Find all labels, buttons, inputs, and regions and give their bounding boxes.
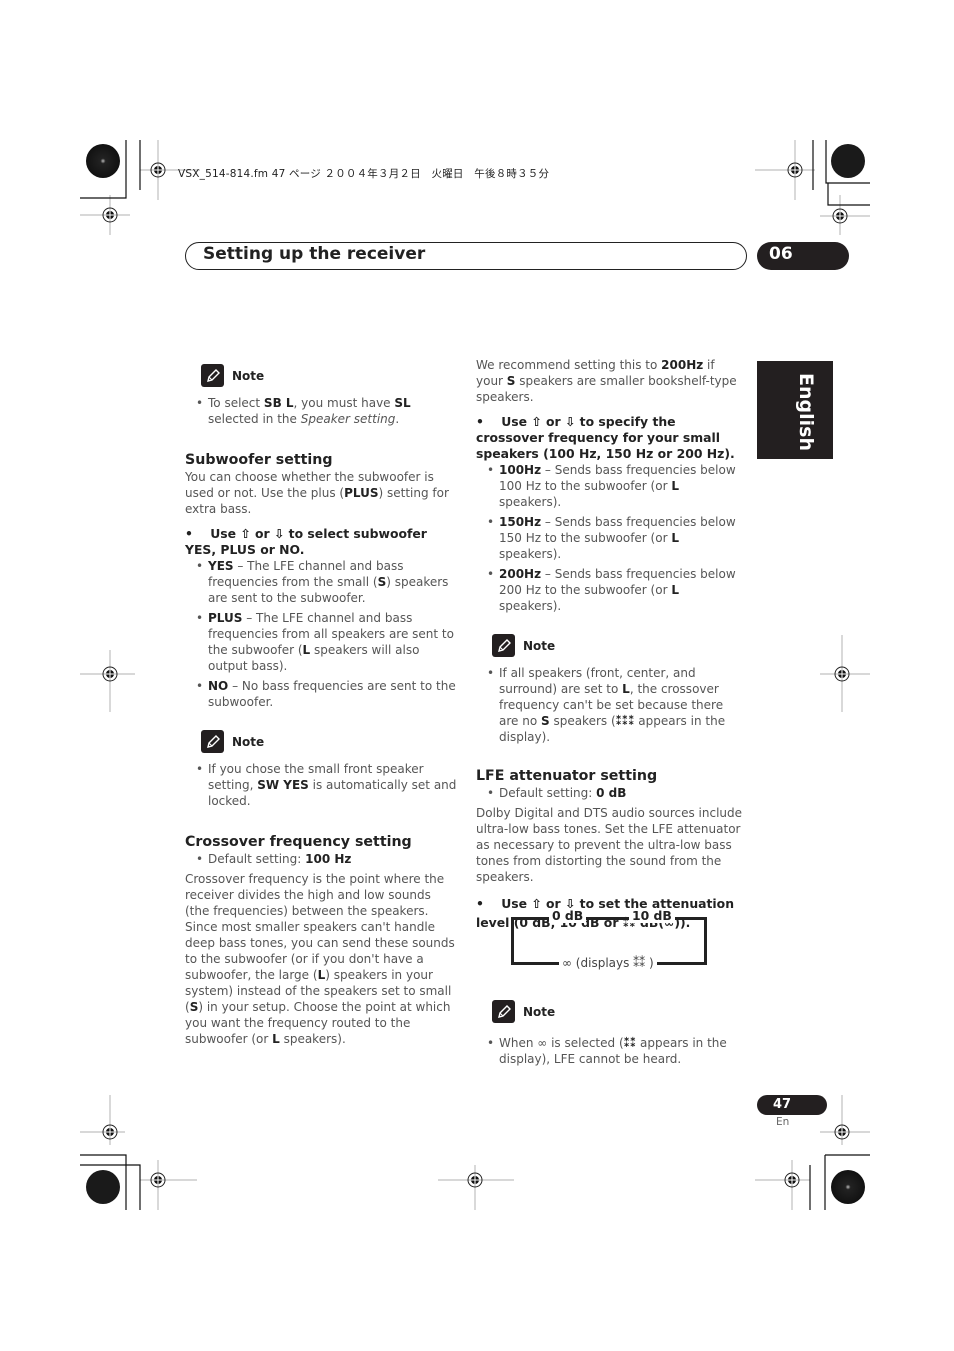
right-column-note: Note When ∞ is selected (⁑⁑ appears in t…	[476, 1000, 744, 1071]
pencil-icon	[201, 730, 224, 753]
note-label: Note	[232, 368, 265, 383]
note-heading: Note	[201, 364, 457, 387]
note-list: If you chose the small front speaker set…	[185, 761, 457, 809]
page-language: En	[776, 1116, 790, 1128]
section-heading-subwoofer: Subwoofer setting	[185, 452, 333, 468]
note-item: If all speakers (front, center, and surr…	[476, 665, 744, 745]
star-target-top-left	[86, 144, 120, 178]
subwoofer-intro: You can choose whether the subwoofer is …	[185, 470, 449, 516]
note-label: Note	[523, 638, 556, 653]
section-heading-crossover: Crossover frequency setting	[185, 834, 412, 850]
print-slug: VSX_514-814.fm 47 ページ ２００４年３月２日 火曜日 午後８時…	[178, 168, 550, 180]
lfe-cycle-diagram: 0 dB 10 dB ∞ (displays ⁑⁑ )	[511, 907, 709, 970]
subwoofer-options: YES – The LFE channel and bass frequenci…	[185, 558, 457, 710]
page-number: 47	[757, 1095, 827, 1115]
diagram-0db: 0 dB	[549, 908, 587, 923]
note-item: If you chose the small front speaker set…	[185, 761, 457, 809]
star-target-bottom-right	[831, 1170, 865, 1204]
chapter-number: 06	[757, 242, 849, 270]
note-list: When ∞ is selected (⁑⁑ appears in the di…	[476, 1035, 744, 1067]
lfe-body: Dolby Digital and DTS audio sources incl…	[476, 806, 743, 884]
note-heading: Note	[492, 634, 744, 657]
option-100hz: 100Hz – Sends bass frequencies below 100…	[476, 462, 744, 510]
pencil-icon	[201, 364, 224, 387]
option-200hz: 200Hz – Sends bass frequencies below 200…	[476, 566, 744, 614]
note-list: If all speakers (front, center, and surr…	[476, 665, 744, 745]
subwoofer-step: • Use ⇧ or ⇩ to select subwoofer YES, PL…	[185, 526, 427, 557]
pencil-icon	[492, 1000, 515, 1023]
diagram-infinity: ∞ (displays ⁑⁑ )	[559, 956, 657, 970]
note-item: To select SB L, you must have SL selecte…	[185, 395, 457, 427]
note-label: Note	[232, 734, 265, 749]
language-tab-label: English	[795, 373, 817, 451]
pencil-icon	[492, 634, 515, 657]
crossover-options: 100Hz – Sends bass frequencies below 100…	[476, 462, 744, 614]
option-no: NO – No bass frequencies are sent to the…	[185, 678, 457, 710]
section-heading-lfe: LFE attenuator setting	[476, 768, 658, 784]
note-heading: Note	[492, 1000, 744, 1023]
option-plus: PLUS – The LFE channel and bass frequenc…	[185, 610, 457, 674]
option-yes: YES – The LFE channel and bass frequenci…	[185, 558, 457, 606]
right-column: We recommend setting this to 200Hz if yo…	[476, 357, 744, 932]
crossover-step: • Use ⇧ or ⇩ to specify the crossover fr…	[476, 414, 735, 461]
diagram-10db: 10 dB	[629, 908, 675, 923]
note-item: When ∞ is selected (⁑⁑ appears in the di…	[476, 1035, 744, 1067]
option-150hz: 150Hz – Sends bass frequencies below 150…	[476, 514, 744, 562]
note-list: To select SB L, you must have SL selecte…	[185, 395, 457, 427]
note-label: Note	[523, 1004, 556, 1019]
star-target-bottom-left	[86, 1170, 120, 1204]
language-tab: English	[757, 361, 833, 459]
page-title: Setting up the receiver	[203, 244, 426, 264]
star-target-top-right	[831, 144, 865, 178]
crossover-recommendation: We recommend setting this to 200Hz if yo…	[476, 358, 737, 404]
lfe-default: Default setting: 0 dB	[476, 785, 744, 801]
crossover-body: Crossover frequency is the point where t…	[185, 872, 455, 1046]
crossover-default: Default setting: 100 Hz	[185, 851, 457, 867]
left-column: Note To select SB L, you must have SL se…	[185, 364, 457, 1047]
note-heading: Note	[201, 730, 457, 753]
